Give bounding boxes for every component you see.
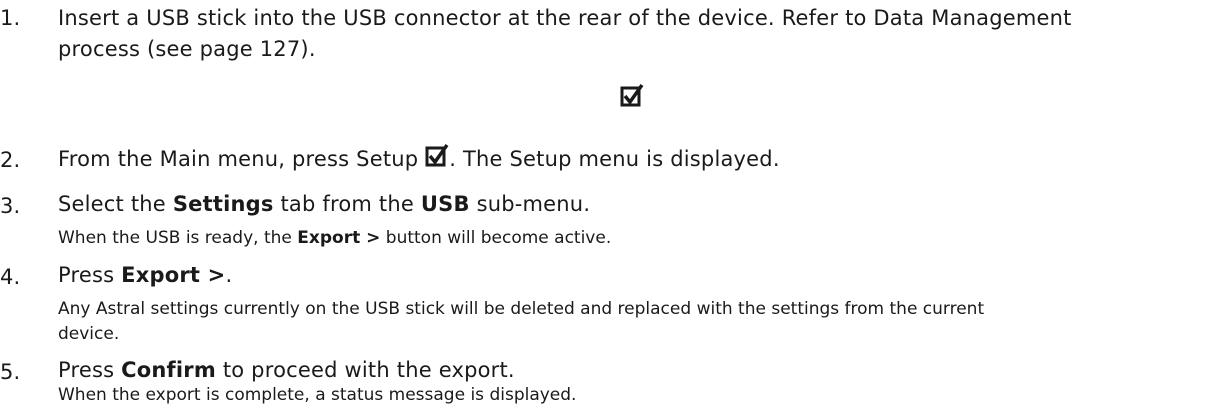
step-text: Press Export >. bbox=[58, 260, 232, 291]
step-text-part: Press bbox=[58, 358, 115, 382]
step-number: 5. bbox=[0, 360, 21, 384]
step-text: Insert a USB stick into the USB connecto… bbox=[58, 3, 1072, 65]
step-number: 3. bbox=[0, 194, 21, 218]
step-text-part: tab from the bbox=[280, 192, 414, 216]
step-number: 4. bbox=[0, 265, 21, 289]
step-text: Press Confirm to proceed with the export… bbox=[58, 355, 515, 386]
usb-submenu-label: USB bbox=[420, 192, 470, 216]
setup-checkbox-icon bbox=[620, 83, 644, 107]
step-text-part: to proceed with the export. bbox=[222, 358, 515, 382]
settings-tab-label: Settings bbox=[172, 192, 274, 216]
setup-checkbox-icon bbox=[425, 143, 449, 167]
step-note: Any Astral settings currently on the USB… bbox=[58, 297, 984, 347]
step-note: When the USB is ready, the Export > butt… bbox=[58, 226, 611, 251]
step-text: Select the Settings tab from the USB sub… bbox=[58, 189, 590, 220]
note-text-part: button will become active. bbox=[385, 228, 612, 248]
note-line: device. bbox=[58, 324, 120, 344]
export-button-label: Export > bbox=[297, 228, 381, 248]
export-button-label: Export > bbox=[121, 263, 226, 287]
step-note: When the export is complete, a status me… bbox=[58, 385, 577, 405]
step-text-line: Insert a USB stick into the USB connecto… bbox=[58, 6, 1072, 30]
step-text-part: . bbox=[225, 263, 233, 287]
step-text-line: process (see page 127). bbox=[58, 37, 316, 61]
step-text: From the Main menu, press Setup . The Se… bbox=[58, 143, 780, 175]
step-text-after: . The Setup menu is displayed. bbox=[449, 147, 780, 171]
step-number: 1. bbox=[0, 6, 21, 30]
note-line: Any Astral settings currently on the USB… bbox=[58, 299, 985, 319]
confirm-button-label: Confirm bbox=[121, 358, 216, 382]
step-text-part: Select the bbox=[58, 192, 166, 216]
step-text-before: From the Main menu, press Setup bbox=[58, 147, 419, 171]
step-text-part: Press bbox=[58, 263, 115, 287]
step-number: 2. bbox=[0, 148, 21, 172]
note-text-part: When the USB is ready, the bbox=[58, 228, 292, 248]
step-text-part: sub-menu. bbox=[476, 192, 591, 216]
